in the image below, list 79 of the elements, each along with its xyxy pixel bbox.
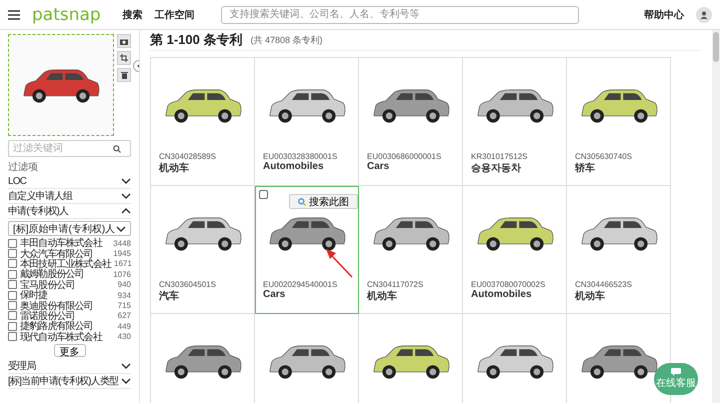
result-card[interactable]: EU0020294540001S Cars 搜索此图 (255, 186, 359, 314)
avatar-icon[interactable] (696, 6, 712, 22)
field-dropdown[interactable]: [标]原始申请(专利权)人 (8, 221, 131, 236)
arrow-annotation (325, 248, 353, 278)
search-field[interactable]: 支持搜索关键词、公司名、人名、专利号等 (220, 6, 579, 24)
patent-number: CN304028589S (159, 152, 217, 161)
checkbox[interactable] (8, 249, 17, 258)
filter-section-title[interactable]: [标]当前申请(专利权)人类型 (8, 374, 118, 388)
checkbox[interactable] (8, 290, 17, 300)
result-card[interactable]: EU0037080070002S Automobiles (463, 186, 567, 314)
trash-icon[interactable] (117, 68, 131, 82)
search-icon (298, 198, 306, 206)
applicant-count: 1671 (114, 259, 132, 268)
patent-title: Automobiles (471, 289, 533, 300)
patent-title: 机动车 (575, 289, 606, 303)
patent-number: EU0030686000001S (367, 152, 442, 161)
filter-section-title[interactable]: 申请(专利权)人 (8, 204, 68, 218)
patent-title: 汽车 (159, 289, 180, 303)
patent-title: Automobiles (263, 161, 325, 172)
result-card[interactable]: KR301017512S 승용자동차 (463, 58, 567, 186)
result-card[interactable]: CN304117072S 机动车 (359, 186, 463, 314)
more-button[interactable]: 更多 (54, 344, 86, 357)
patent-title: 승용자동차 (471, 162, 522, 175)
patent-title: 机动车 (159, 161, 190, 175)
crop-icon[interactable] (117, 51, 131, 65)
result-card[interactable]: EU0030686000001S Cars (359, 58, 463, 186)
applicant-name[interactable]: 现代自动车株式会社 (20, 330, 115, 344)
applicant-count: 449 (118, 322, 131, 331)
results-total: (共 47808 条专利) (250, 34, 323, 46)
applicant-count: 934 (118, 290, 131, 300)
checkbox[interactable] (8, 270, 17, 279)
filter-section-title[interactable]: 自定义申请人组 (8, 189, 72, 203)
patent-number: CN305630740S (575, 152, 633, 161)
applicant-count: 3448 (113, 238, 131, 248)
scrollbar[interactable] (712, 30, 720, 403)
result-card[interactable]: CN305630740S 轿车 (567, 58, 671, 186)
menu-icon[interactable] (8, 10, 20, 20)
result-card[interactable]: CN303604501S 汽车 (151, 186, 255, 314)
patent-title: Cars (367, 161, 390, 172)
checkbox[interactable] (8, 311, 17, 320)
applicant-count: 940 (118, 280, 131, 290)
applicant-count: 1076 (113, 270, 131, 279)
camera-icon[interactable] (117, 34, 131, 48)
applicant-count: 1945 (113, 249, 131, 258)
checkbox[interactable] (8, 332, 17, 342)
checkbox[interactable] (259, 190, 268, 199)
chat-icon (671, 368, 681, 376)
checkbox[interactable] (8, 238, 17, 248)
applicant-count: 627 (118, 311, 131, 320)
patent-number: EU0030328380001S (263, 152, 338, 161)
result-card[interactable]: EU0030328380001S Automobiles (255, 58, 359, 186)
patent-title: Cars (263, 289, 286, 300)
checkbox[interactable] (8, 322, 17, 331)
patent-title: 机动车 (367, 289, 398, 303)
patent-number: CN304466523S (575, 280, 633, 289)
nav-link[interactable]: 工作空间 (154, 8, 195, 22)
patent-number: CN303604501S (159, 280, 217, 289)
patent-number: KR301017512S (471, 152, 528, 161)
patent-number: EU0037080070002S (471, 280, 546, 289)
checkbox[interactable] (8, 280, 17, 290)
search-image-button[interactable]: 搜索此图 (289, 194, 358, 209)
checkbox[interactable] (8, 259, 17, 268)
chevron-icon[interactable] (116, 226, 126, 232)
applicant-count: 430 (118, 332, 131, 342)
filters-label: 过滤项 (8, 160, 39, 174)
checkbox[interactable] (8, 301, 17, 310)
image-upload-area[interactable] (8, 34, 114, 136)
help-link[interactable]: 帮助中心 (644, 8, 684, 22)
applicant-count: 715 (118, 301, 131, 310)
results-title: 第 1-100 条专利 (150, 31, 242, 49)
patent-title: 轿车 (575, 161, 596, 175)
patent-number: EU0020294540001S (263, 280, 338, 289)
filter-section-title[interactable]: 受理局 (8, 358, 36, 373)
filter-section-title[interactable]: LOC (8, 176, 26, 186)
patent-number: CN304117072S (367, 280, 424, 289)
result-card[interactable]: CN304028589S 机动车 (151, 58, 255, 186)
nav-link[interactable]: 搜索 (122, 8, 143, 22)
result-card[interactable]: CN304466523S 机动车 (567, 186, 671, 314)
search-icon[interactable] (113, 144, 121, 152)
